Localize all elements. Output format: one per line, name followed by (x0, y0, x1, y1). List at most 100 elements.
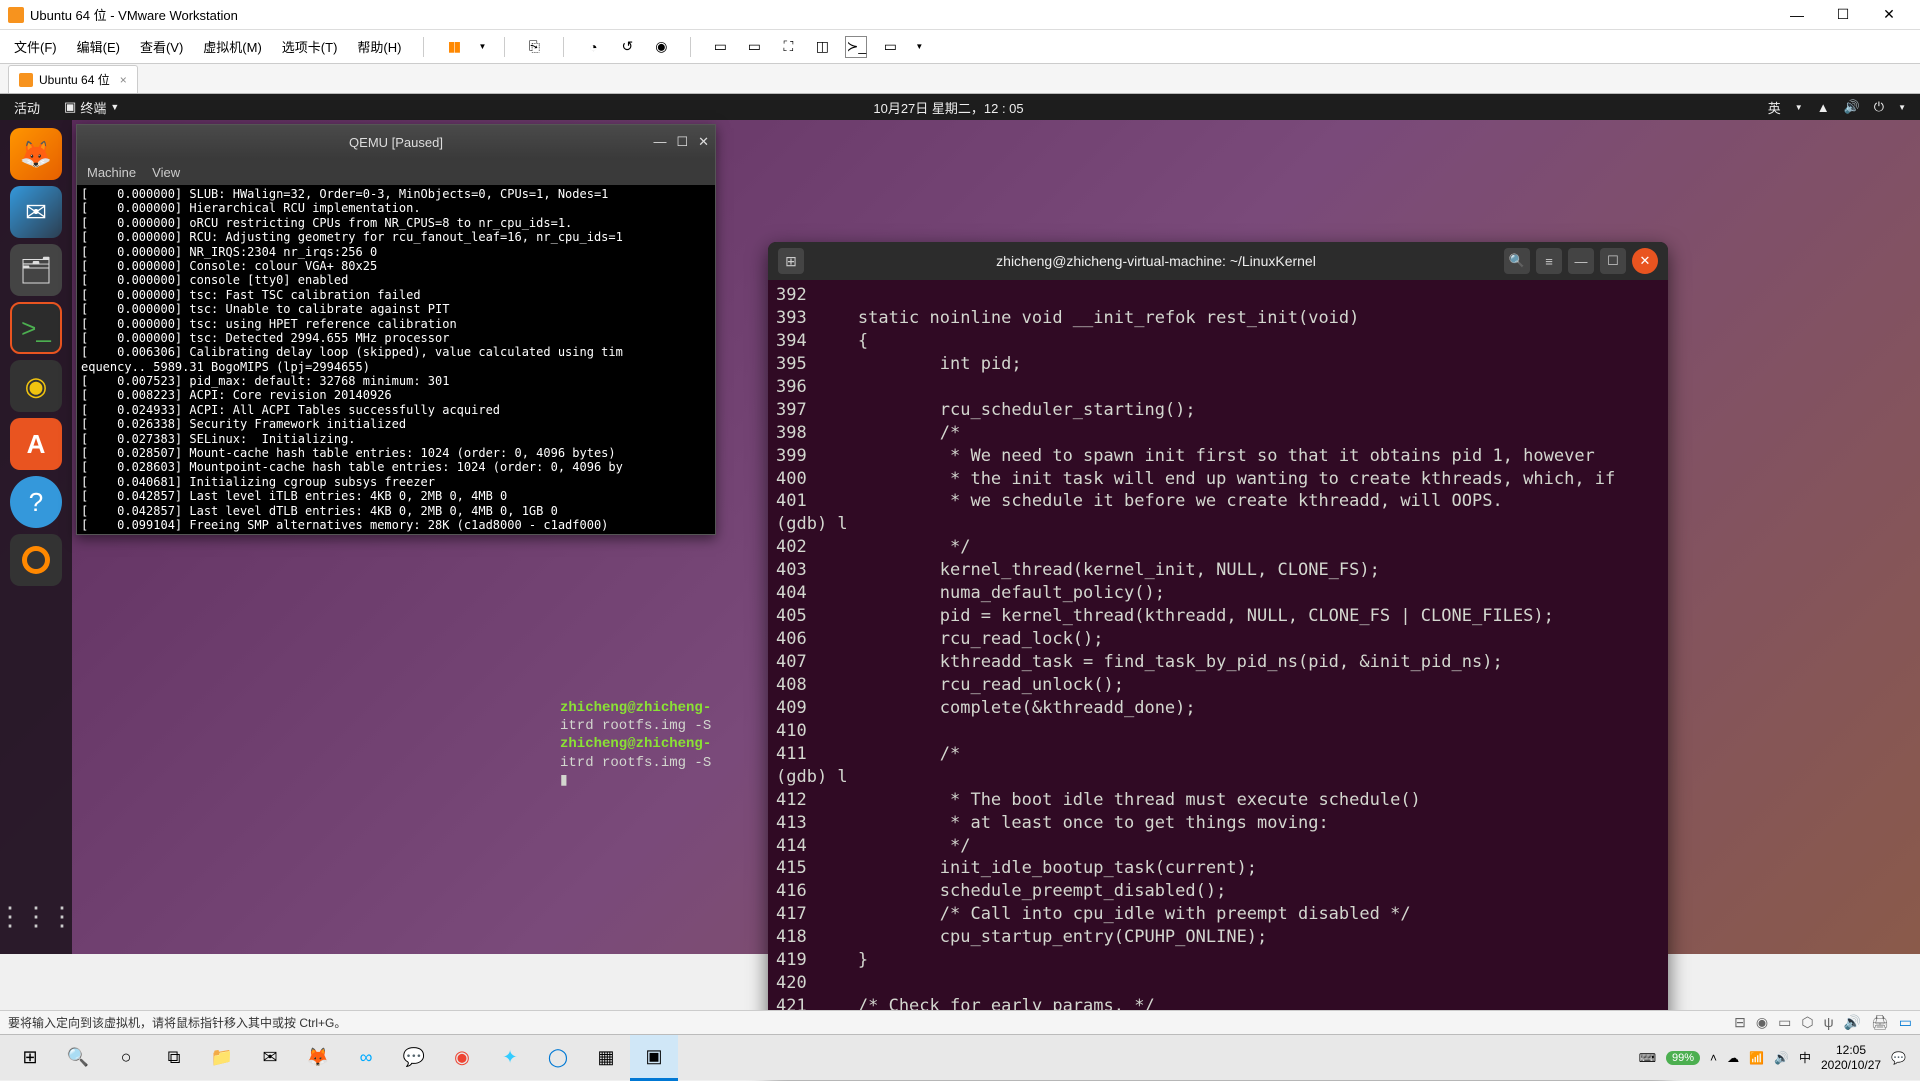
tab-close-button[interactable]: × (120, 73, 127, 87)
device-display-icon[interactable]: ▭ (1899, 1014, 1912, 1031)
device-network-icon[interactable]: ⬡ (1801, 1014, 1813, 1031)
app-icon-2[interactable]: ◉ (438, 1035, 486, 1081)
gdb-output[interactable]: 392 393 static noinline void __init_refo… (768, 280, 1668, 1072)
new-tab-button[interactable]: ⊞ (778, 248, 804, 274)
wechat-icon[interactable]: 💬 (390, 1035, 438, 1081)
qemu-close[interactable]: ✕ (698, 134, 709, 150)
power-dropdown[interactable]: ▼ (478, 42, 486, 51)
vmware-statusbar: 要将输入定向到该虚拟机，请将鼠标指针移入其中或按 Ctrl+G。 ⊟ ◉ ▭ ⬡… (0, 1010, 1920, 1034)
pause-button[interactable]: ▮▮ (442, 36, 464, 58)
mail-icon[interactable]: ✉ (246, 1035, 294, 1081)
firefox-taskbar-icon[interactable]: 🦊 (294, 1035, 342, 1081)
vmware-menubar: 文件(F) 编辑(E) 查看(V) 虚拟机(M) 选项卡(T) 帮助(H) ▮▮… (0, 30, 1920, 64)
search-button[interactable]: 🔍 (54, 1035, 102, 1081)
qemu-menubar: Machine View (77, 159, 715, 185)
taskbar-clock[interactable]: 12:05 2020/10/27 (1821, 1043, 1881, 1072)
dock-rhythmbox[interactable]: ◉ (10, 360, 62, 412)
maximize-button[interactable]: ☐ (1820, 0, 1866, 30)
sound-icon[interactable]: 🔊 (1774, 1051, 1789, 1065)
battery-indicator[interactable]: 99% (1666, 1051, 1700, 1065)
menu-edit[interactable]: 编辑(E) (73, 35, 124, 58)
vm-tab-icon (19, 73, 33, 87)
menu-file[interactable]: 文件(F) (10, 35, 61, 58)
dock-thunderbird[interactable]: ✉ (10, 186, 62, 238)
edge-icon[interactable]: ◯ (534, 1035, 582, 1081)
app-icon-1[interactable]: ∞ (342, 1035, 390, 1081)
dock-software[interactable]: A (10, 418, 62, 470)
vm-tab-label: Ubuntu 64 位 (39, 71, 110, 88)
tray-chevron-up[interactable]: ˄ (1710, 1051, 1717, 1065)
dock-help[interactable]: ? (10, 476, 62, 528)
device-usb-icon[interactable]: ψ (1824, 1014, 1834, 1031)
menu-help[interactable]: 帮助(H) (353, 35, 405, 58)
console-button[interactable]: ≻_ (845, 36, 867, 58)
revert-button[interactable]: ↺ (616, 36, 638, 58)
dock-terminal[interactable]: >_ (10, 302, 62, 354)
network-icon[interactable]: ▲ (1817, 100, 1830, 115)
device-floppy-icon[interactable]: ▭ (1778, 1014, 1791, 1031)
vmware-taskbar-icon[interactable]: ▣ (630, 1035, 678, 1081)
device-cd-icon[interactable]: ◉ (1756, 1014, 1768, 1031)
qemu-menu-machine[interactable]: Machine (87, 165, 136, 180)
view-button-2[interactable]: ▭ (743, 36, 765, 58)
terminal-small-icon: ▣ (64, 99, 76, 115)
qemu-minimize[interactable]: — (653, 134, 666, 150)
gdb-close[interactable]: ✕ (1632, 248, 1658, 274)
stretch-button[interactable]: ▭ (879, 36, 901, 58)
start-button[interactable]: ⊞ (6, 1035, 54, 1081)
volume-icon[interactable]: 🔊 (1844, 99, 1860, 115)
task-view-button[interactable]: ⧉ (150, 1035, 198, 1081)
explorer-icon[interactable]: 📁 (198, 1035, 246, 1081)
wifi-icon[interactable]: 📶 (1749, 1051, 1764, 1065)
language-indicator[interactable]: 英 (1768, 98, 1781, 117)
vmware-icon (8, 7, 24, 23)
dock-firefox[interactable]: 🦊 (10, 128, 62, 180)
device-sound-icon[interactable]: 🔊 (1844, 1014, 1861, 1031)
unity-button[interactable]: ◫ (811, 36, 833, 58)
terminal-app-menu[interactable]: ▣ 终端 ▼ (54, 98, 129, 117)
notification-button[interactable]: 💬 (1891, 1051, 1906, 1065)
manage-snapshots-button[interactable]: ◉ (650, 36, 672, 58)
clock-datetime[interactable]: 10月27日 星期二，12 : 05 (129, 98, 1768, 117)
dock-show-apps[interactable]: ⋮⋮⋮ (10, 890, 62, 942)
qemu-console[interactable]: [ 0.000000] SLUB: HWalign=32, Order=0-3,… (77, 185, 715, 534)
snapshot-button[interactable]: ◔ (582, 36, 604, 58)
close-button[interactable]: ✕ (1866, 0, 1912, 30)
minimize-button[interactable]: — (1774, 0, 1820, 30)
onedrive-icon[interactable]: ☁ (1727, 1051, 1739, 1065)
menu-vm[interactable]: 虚拟机(M) (199, 35, 266, 58)
background-terminal-fragment: zhicheng@zhicheng- itrd rootfs.img -S zh… (560, 699, 770, 790)
qemu-menu-view[interactable]: View (152, 165, 180, 180)
vm-tab[interactable]: Ubuntu 64 位 × (8, 65, 138, 93)
power-icon[interactable]: ⏻ (1874, 99, 1884, 115)
gdb-maximize[interactable]: ☐ (1600, 248, 1626, 274)
menu-tabs[interactable]: 选项卡(T) (278, 35, 342, 58)
dock-files[interactable]: 🗂 (10, 244, 62, 296)
gdb-titlebar[interactable]: ⊞ zhicheng@zhicheng-virtual-machine: ~/L… (768, 242, 1668, 280)
menu-view[interactable]: 查看(V) (136, 35, 187, 58)
fullscreen-button[interactable]: ⛶ (777, 36, 799, 58)
gdb-terminal-window: ⊞ zhicheng@zhicheng-virtual-machine: ~/L… (768, 242, 1668, 1072)
view-button-1[interactable]: ▭ (709, 36, 731, 58)
ime-indicator[interactable]: 中 (1799, 1049, 1811, 1066)
qemu-titlebar[interactable]: QEMU [Paused] — ☐ ✕ (77, 125, 715, 159)
cortana-button[interactable]: ○ (102, 1035, 150, 1081)
chevron-down-icon: ▼ (110, 102, 119, 112)
ubuntu-desktop: 活动 ▣ 终端 ▼ 10月27日 星期二，12 : 05 英 ▼ ▲ 🔊 ⏻ ▼… (0, 94, 1920, 954)
app-icon-3[interactable]: ✦ (486, 1035, 534, 1081)
ime-button[interactable]: ⌨ (1639, 1051, 1656, 1065)
qemu-maximize[interactable]: ☐ (676, 134, 688, 150)
device-disk-icon[interactable]: ⊟ (1734, 1014, 1746, 1031)
gdb-title: zhicheng@zhicheng-virtual-machine: ~/Lin… (814, 253, 1498, 269)
send-keys-button[interactable]: ⎘ (523, 36, 545, 58)
hamburger-menu-button[interactable]: ≡ (1536, 248, 1562, 274)
gnome-topbar: 活动 ▣ 终端 ▼ 10月27日 星期二，12 : 05 英 ▼ ▲ 🔊 ⏻ ▼ (0, 94, 1920, 120)
vmware-titlebar: Ubuntu 64 位 - VMware Workstation — ☐ ✕ (0, 0, 1920, 30)
dock-qemu[interactable] (10, 534, 62, 586)
gdb-minimize[interactable]: — (1568, 248, 1594, 274)
device-printer-icon[interactable]: 🖨 (1871, 1014, 1889, 1031)
activities-button[interactable]: 活动 (0, 98, 54, 117)
search-button[interactable]: 🔍 (1504, 248, 1530, 274)
windows-taskbar: ⊞ 🔍 ○ ⧉ 📁 ✉ 🦊 ∞ 💬 ◉ ✦ ◯ ▦ ▣ ⌨ 99% ˄ ☁ 📶 … (0, 1034, 1920, 1080)
app-icon-4[interactable]: ▦ (582, 1035, 630, 1081)
